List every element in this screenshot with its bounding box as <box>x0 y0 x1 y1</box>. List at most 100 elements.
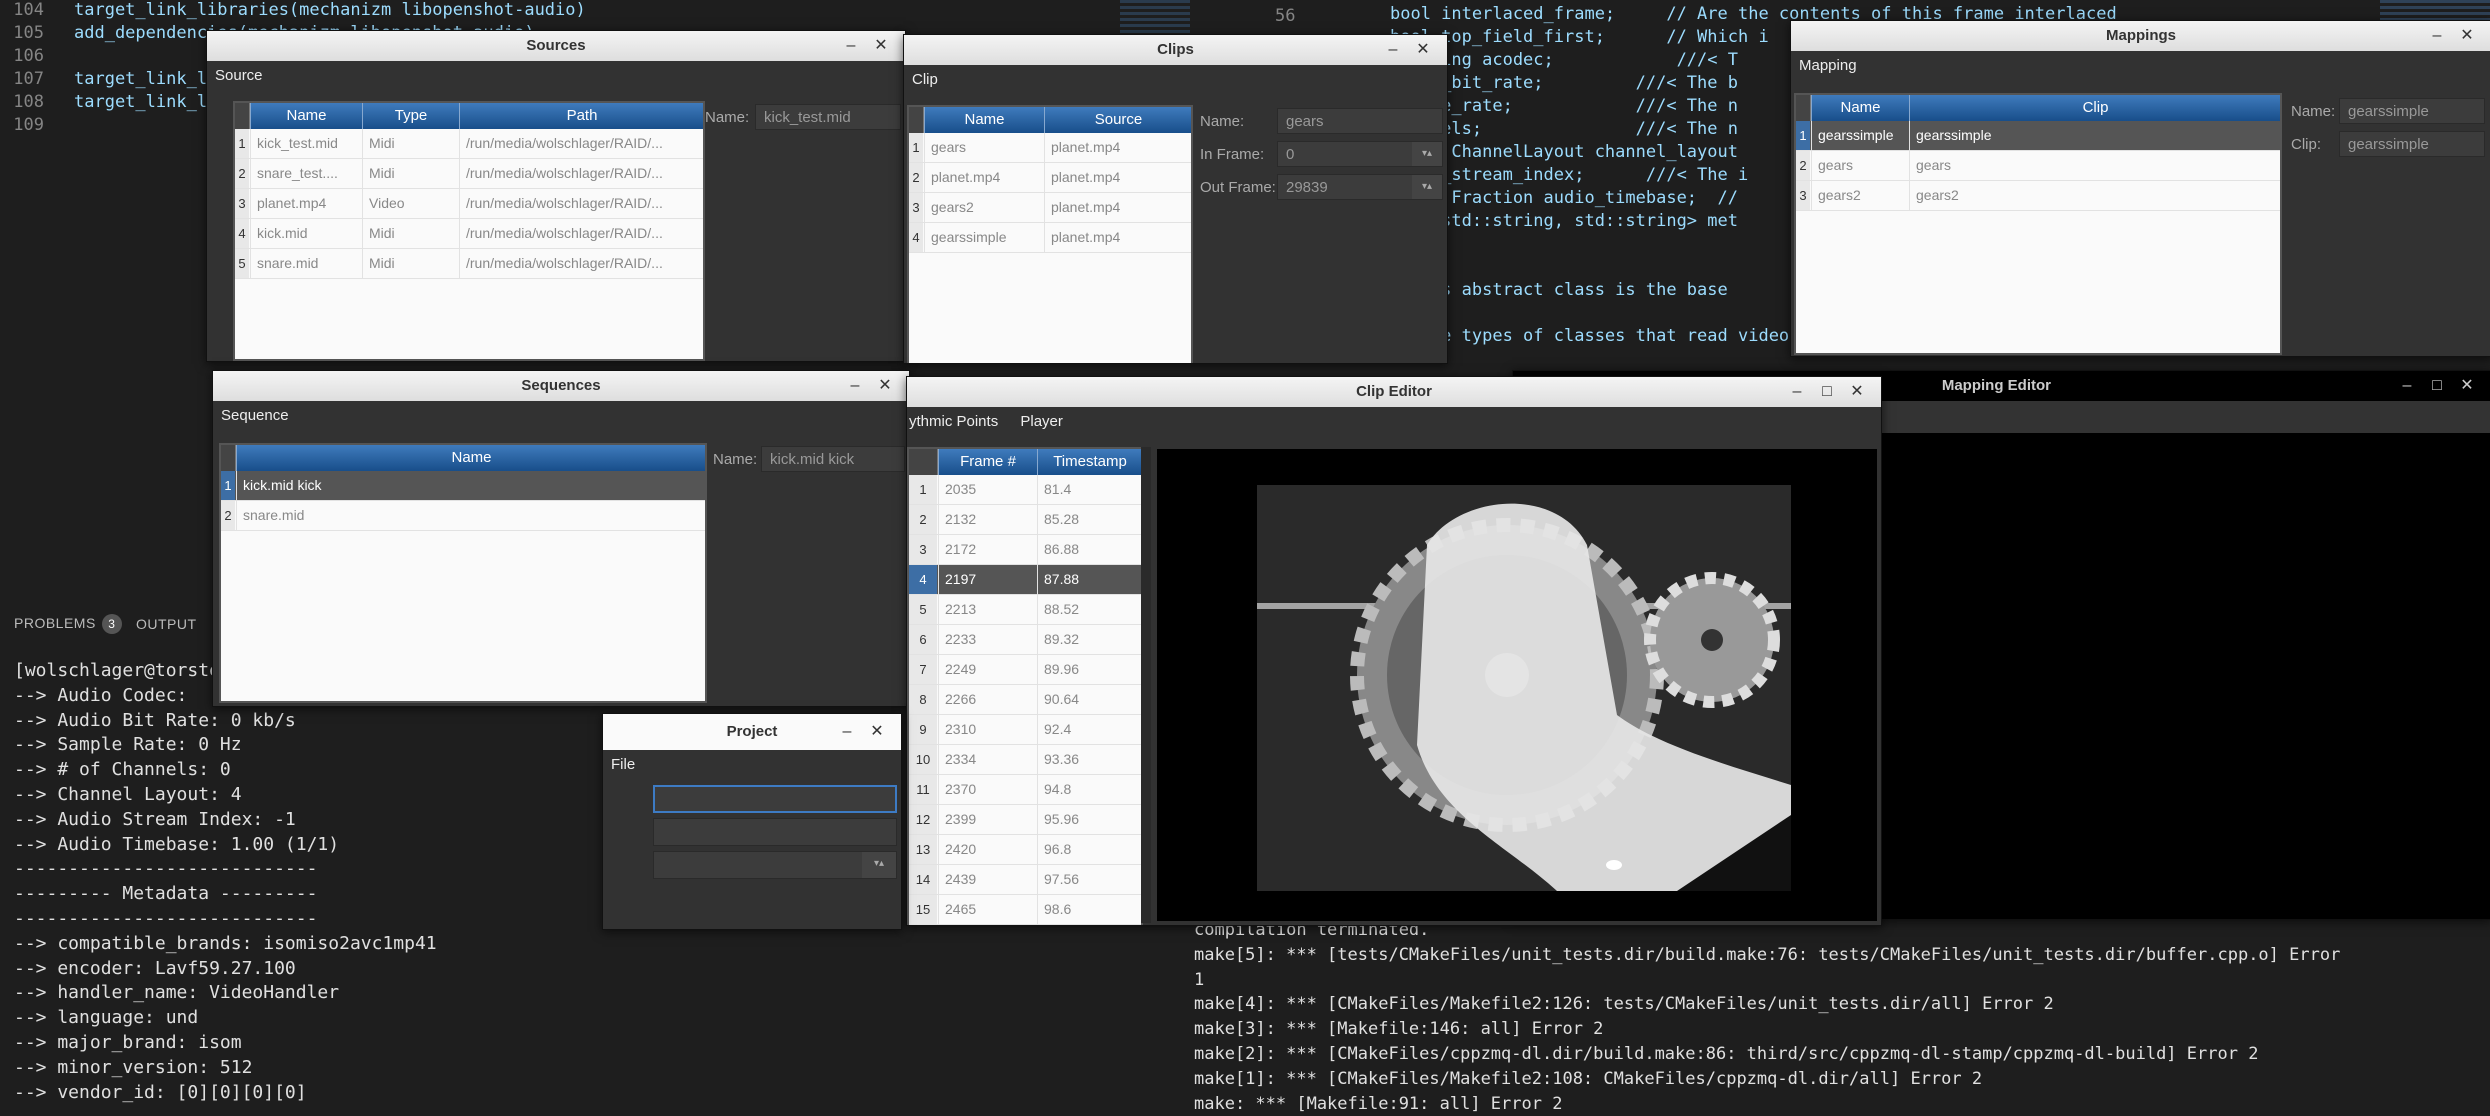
sources-table[interactable]: Name Type Path 1 kick_test.mid Midi/run/me… <box>233 101 705 361</box>
tab-output[interactable]: OUTPUT <box>136 616 197 632</box>
build-output[interactable]: compilation terminated. make[5]: *** [tes… <box>1180 920 2490 1116</box>
menubar: File <box>603 750 901 780</box>
minimap[interactable] <box>2380 0 2490 20</box>
table-row[interactable]: 2 planet.mp4 planet.mp4 <box>909 163 1191 193</box>
spin-arrows-icon[interactable]: ▾▴ <box>862 852 896 878</box>
name-field[interactable]: gears <box>1277 108 1443 134</box>
table-row[interactable]: 1 gearssimple gearssimple <box>1796 121 2280 151</box>
table-row[interactable]: 5 snare.mid Midi/run/media/wolschlager/RAI… <box>235 249 703 279</box>
maximize-icon[interactable]: □ <box>2427 376 2447 396</box>
table-row[interactable]: 3 gears2 gears2 <box>1796 181 2280 211</box>
menu-clip[interactable]: Clip <box>912 71 938 88</box>
out-frame-spinbox[interactable]: 29839 ▾▴ <box>1277 174 1443 200</box>
terminal-line: [wolschlager@torsten <box>14 660 231 681</box>
rhythmic-points-table[interactable]: Frame # Timestamp 1 2035 81.4 2 2132 85.28 3 21… <box>907 447 1143 925</box>
splitter-handle[interactable] <box>1141 447 1151 923</box>
row-number: 3 <box>909 535 937 564</box>
table-row[interactable]: 7 2249 89.96 <box>909 655 1141 685</box>
minimize-icon[interactable]: – <box>845 376 865 396</box>
table-cell: /run/media/wolschlager/RAID/... <box>459 189 703 218</box>
minimize-icon[interactable]: – <box>1787 382 1807 402</box>
column-header[interactable]: Name <box>250 103 362 129</box>
tab-problems[interactable]: PROBLEMS 3 <box>14 614 122 634</box>
minimize-icon[interactable]: – <box>837 722 857 742</box>
in-frame-spinbox[interactable]: 0 ▾▴ <box>1277 141 1443 167</box>
table-row[interactable]: 13 2420 96.8 <box>909 835 1141 865</box>
terminal-line: --> Sample Rate: 0 Hz <box>14 734 242 756</box>
maximize-icon[interactable]: □ <box>1817 382 1837 402</box>
clips-titlebar[interactable]: Clips – ✕ <box>904 35 1447 65</box>
table-row[interactable]: 11 2370 94.8 <box>909 775 1141 805</box>
table-row[interactable]: 2 snare_test.... Midi/run/media/wolschlage… <box>235 159 703 189</box>
sequences-table[interactable]: Name 1 kick.mid kick 2 snare.mid <box>219 443 707 703</box>
column-header[interactable]: Clip <box>1909 95 2280 121</box>
column-header[interactable]: Name <box>236 445 705 471</box>
clips-table[interactable]: Name Source 1 gears planet.mp4 2 planet.mp4 p… <box>907 105 1193 363</box>
row-number: 9 <box>909 715 937 744</box>
name-field[interactable]: kick.mid kick <box>761 446 905 472</box>
minimize-icon[interactable]: – <box>2427 26 2447 46</box>
mappings-titlebar[interactable]: Mappings – ✕ <box>1791 21 2490 51</box>
close-icon[interactable]: ✕ <box>2457 376 2477 396</box>
clip-field[interactable]: gearssimple <box>2339 131 2485 157</box>
minimize-icon[interactable]: – <box>1383 40 1403 60</box>
column-header[interactable]: Source <box>1044 107 1191 133</box>
close-icon[interactable]: ✕ <box>2457 26 2477 46</box>
project-path-input[interactable] <box>653 818 897 846</box>
table-row[interactable]: 3 planet.mp4 Video/run/media/wolschlager/R… <box>235 189 703 219</box>
close-icon[interactable]: ✕ <box>875 376 895 396</box>
close-icon[interactable]: ✕ <box>1847 382 1867 402</box>
project-name-input[interactable] <box>653 785 897 813</box>
table-row[interactable]: 3 2172 86.88 <box>909 535 1141 565</box>
table-row[interactable]: 6 2233 89.32 <box>909 625 1141 655</box>
table-row[interactable]: 14 2439 97.56 <box>909 865 1141 895</box>
terminal-line: --> encoder: Lavf59.27.100 <box>14 957 296 979</box>
column-header[interactable]: Timestamp <box>1037 449 1141 475</box>
name-field[interactable]: gearssimple <box>2339 98 2485 124</box>
project-combo[interactable]: ▾▴ <box>653 851 897 879</box>
clip-editor-titlebar[interactable]: Clip Editor – □ ✕ <box>907 377 1881 407</box>
tab-player[interactable]: Player <box>1020 413 1063 430</box>
column-header[interactable]: Name <box>1811 95 1909 121</box>
sources-titlebar[interactable]: Sources – ✕ <box>207 31 905 61</box>
table-row[interactable]: 8 2266 90.64 <box>909 685 1141 715</box>
column-header[interactable]: Path <box>459 103 703 129</box>
table-row[interactable]: 4 kick.mid Midi/run/media/wolschlager/RAID… <box>235 219 703 249</box>
table-row[interactable]: 9 2310 92.4 <box>909 715 1141 745</box>
menu-mapping[interactable]: Mapping <box>1799 57 1857 74</box>
table-row[interactable]: 12 2399 95.96 <box>909 805 1141 835</box>
table-row[interactable]: 10 2334 93.36 <box>909 745 1141 775</box>
table-row[interactable]: 1 gears planet.mp4 <box>909 133 1191 163</box>
menu-sequence[interactable]: Sequence <box>221 407 289 424</box>
table-row[interactable]: 5 2213 88.52 <box>909 595 1141 625</box>
table-row[interactable]: 2 snare.mid <box>221 501 705 531</box>
table-row[interactable]: 1 2035 81.4 <box>909 475 1141 505</box>
name-field[interactable]: kick_test.mid <box>755 104 901 130</box>
video-player[interactable] <box>1157 449 1877 921</box>
column-header[interactable]: Name <box>924 107 1044 133</box>
minimize-icon[interactable]: – <box>2397 376 2417 396</box>
close-icon[interactable]: ✕ <box>867 722 887 742</box>
table-row[interactable]: 2 gears gears <box>1796 151 2280 181</box>
menu-file[interactable]: File <box>611 756 635 773</box>
mappings-table[interactable]: Name Clip 1 gearssimple gearssimple 2 gears g… <box>1794 93 2282 355</box>
table-row[interactable]: 4 gearssimple planet.mp4 <box>909 223 1191 253</box>
close-icon[interactable]: ✕ <box>871 36 891 56</box>
table-row[interactable]: 3 gears2 planet.mp4 <box>909 193 1191 223</box>
menu-source[interactable]: Source <box>215 67 263 84</box>
table-row[interactable]: 1 kick_test.mid Midi/run/media/wolschlager… <box>235 129 703 159</box>
table-row[interactable]: 1 kick.mid kick <box>221 471 705 501</box>
table-row[interactable]: 2 2132 85.28 <box>909 505 1141 535</box>
table-cell: 2132 <box>938 505 1037 534</box>
tab-rhythmic-points[interactable]: ythmic Points <box>909 413 998 430</box>
table-row[interactable]: 15 2465 98.6 <box>909 895 1141 925</box>
close-icon[interactable]: ✕ <box>1413 40 1433 60</box>
minimize-icon[interactable]: – <box>841 36 861 56</box>
spin-arrows-icon[interactable]: ▾▴ <box>1412 142 1442 166</box>
sequences-titlebar[interactable]: Sequences – ✕ <box>213 371 909 401</box>
table-row[interactable]: 4 2197 87.88 <box>909 565 1141 595</box>
project-titlebar[interactable]: Project – ✕ <box>603 714 901 750</box>
column-header[interactable]: Frame # <box>938 449 1037 475</box>
column-header[interactable]: Type <box>362 103 459 129</box>
spin-arrows-icon[interactable]: ▾▴ <box>1412 175 1442 199</box>
